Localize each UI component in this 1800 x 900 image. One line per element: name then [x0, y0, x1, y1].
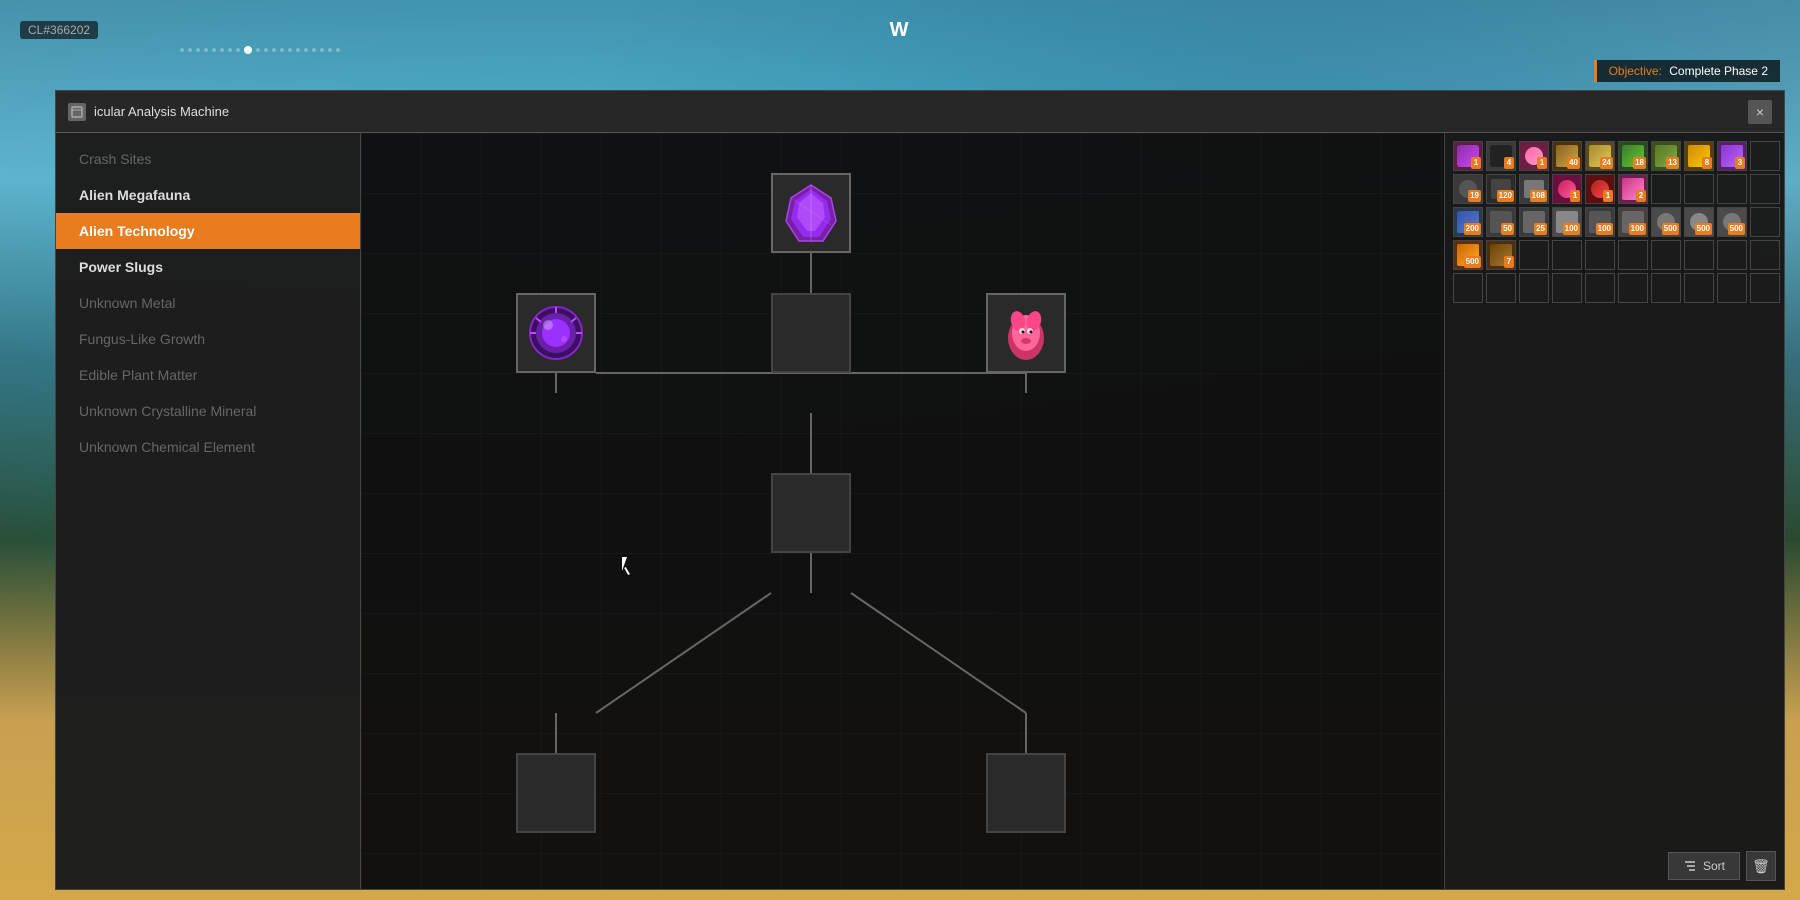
sort-button[interactable]: Sort — [1668, 852, 1740, 880]
inv-slot[interactable]: 25 — [1519, 207, 1549, 237]
inv-slot-empty[interactable] — [1552, 273, 1582, 303]
inv-slot[interactable]: 100 — [1585, 207, 1615, 237]
inv-slot-empty[interactable] — [1717, 240, 1747, 270]
inv-slot-empty[interactable] — [1651, 240, 1681, 270]
inv-slot[interactable]: 4 — [1486, 141, 1516, 171]
inv-slot[interactable]: 19 — [1453, 174, 1483, 204]
inv-slot-empty[interactable] — [1684, 273, 1714, 303]
inv-slot-empty[interactable] — [1552, 240, 1582, 270]
inv-slot[interactable]: 500 — [1717, 207, 1747, 237]
inv-slot-empty[interactable] — [1651, 273, 1681, 303]
inventory-grid: 1 4 1 40 24 — [1453, 141, 1776, 303]
window-icon — [68, 103, 86, 121]
inv-slot[interactable]: 100 — [1552, 207, 1582, 237]
inv-slot-empty[interactable] — [1618, 273, 1648, 303]
inv-slot-empty[interactable] — [1750, 240, 1780, 270]
window-title-bar: icular Analysis Machine × — [56, 91, 1784, 133]
trash-button[interactable]: 🗑 — [1746, 851, 1776, 881]
inv-slot[interactable]: 24 — [1585, 141, 1615, 171]
window-title-text: icular Analysis Machine — [94, 104, 229, 119]
tech-node-purple-crystal[interactable] — [771, 173, 851, 253]
inv-slot[interactable]: 500 — [1651, 207, 1681, 237]
inv-slot-empty[interactable] — [1618, 240, 1648, 270]
inv-slot[interactable]: 108 — [1519, 174, 1549, 204]
inv-slot[interactable]: 500 — [1684, 207, 1714, 237]
sort-icon — [1683, 859, 1697, 873]
inv-slot-empty[interactable] — [1519, 240, 1549, 270]
inv-slot[interactable]: 1 — [1585, 174, 1615, 204]
purple-orb-icon — [522, 299, 590, 367]
inv-slot-empty[interactable] — [1750, 207, 1780, 237]
inv-slot-empty[interactable] — [1684, 174, 1714, 204]
inv-slot-empty[interactable] — [1750, 273, 1780, 303]
sidebar-item-unknown-chemical-element[interactable]: Unknown Chemical Element — [56, 429, 360, 465]
right-panel: 1 4 1 40 24 — [1444, 133, 1784, 889]
window-body: Crash Sites Alien Megafauna Alien Techno… — [56, 133, 1784, 889]
tech-node-bottom-right[interactable] — [986, 753, 1066, 833]
inv-slot[interactable]: 120 — [1486, 174, 1516, 204]
tech-node-pink-creature[interactable] — [986, 293, 1066, 373]
sidebar-item-fungus-like-growth[interactable]: Fungus-Like Growth — [56, 321, 360, 357]
objective-label: Objective: — [1609, 64, 1662, 78]
inv-slot-empty[interactable] — [1453, 273, 1483, 303]
inv-slot-empty[interactable] — [1750, 141, 1780, 171]
inv-slot[interactable]: 8 — [1684, 141, 1714, 171]
sidebar-item-power-slugs[interactable]: Power Slugs — [56, 249, 360, 285]
sidebar-item-alien-technology[interactable]: Alien Technology — [56, 213, 360, 249]
tech-node-purple-orb[interactable] — [516, 293, 596, 373]
tech-node-mid-center[interactable] — [771, 293, 851, 373]
inv-slot-empty[interactable] — [1585, 273, 1615, 303]
main-window: icular Analysis Machine × Crash Sites Al… — [55, 90, 1785, 890]
objective-text: Complete Phase 2 — [1669, 64, 1768, 78]
purple-crystal-icon — [777, 179, 845, 247]
inv-slot[interactable]: 200 — [1453, 207, 1483, 237]
inv-slot-empty[interactable] — [1750, 174, 1780, 204]
sidebar-item-crash-sites[interactable]: Crash Sites — [56, 141, 360, 177]
inv-slot[interactable]: 13 — [1651, 141, 1681, 171]
inv-slot[interactable]: 500 — [1453, 240, 1483, 270]
tech-tree — [361, 133, 1444, 889]
sidebar-item-unknown-metal[interactable]: Unknown Metal — [56, 285, 360, 321]
inv-slot-empty[interactable] — [1717, 174, 1747, 204]
inv-slot-empty[interactable] — [1651, 174, 1681, 204]
cl-badge: CL#366202 — [20, 21, 98, 39]
window-title-left: icular Analysis Machine — [68, 103, 229, 121]
inv-slot[interactable]: 1 — [1453, 141, 1483, 171]
tech-node-bottom-left[interactable] — [516, 753, 596, 833]
objective-banner: Objective: Complete Phase 2 — [1594, 60, 1780, 82]
top-bar: CL#366202 W — [0, 0, 1800, 60]
inv-slot-empty[interactable] — [1519, 273, 1549, 303]
center-label: W — [890, 19, 909, 42]
inv-slot[interactable]: 50 — [1486, 207, 1516, 237]
close-button[interactable]: × — [1748, 100, 1772, 124]
inv-slot[interactable]: 100 — [1618, 207, 1648, 237]
tech-node-lower-center[interactable] — [771, 473, 851, 553]
sidebar-item-edible-plant-matter[interactable]: Edible Plant Matter — [56, 357, 360, 393]
inv-slot[interactable]: 40 — [1552, 141, 1582, 171]
sidebar-item-unknown-crystalline-mineral[interactable]: Unknown Crystalline Mineral — [56, 393, 360, 429]
pink-creature-icon — [992, 299, 1060, 367]
inv-slot-empty[interactable] — [1684, 240, 1714, 270]
inv-slot[interactable]: 1 — [1519, 141, 1549, 171]
bottom-actions: Sort 🗑 — [1668, 851, 1776, 881]
inv-slot-empty[interactable] — [1486, 273, 1516, 303]
inv-slot[interactable]: 18 — [1618, 141, 1648, 171]
tech-tree-area — [361, 133, 1444, 889]
sidebar-item-alien-megafauna[interactable]: Alien Megafauna — [56, 177, 360, 213]
inv-slot[interactable]: 2 — [1618, 174, 1648, 204]
inv-slot-empty[interactable] — [1585, 240, 1615, 270]
sidebar: Crash Sites Alien Megafauna Alien Techno… — [56, 133, 361, 889]
inv-slot[interactable]: 1 — [1552, 174, 1582, 204]
inv-slot-empty[interactable] — [1717, 273, 1747, 303]
inv-slot[interactable]: 3 — [1717, 141, 1747, 171]
inv-slot[interactable]: 7 — [1486, 240, 1516, 270]
